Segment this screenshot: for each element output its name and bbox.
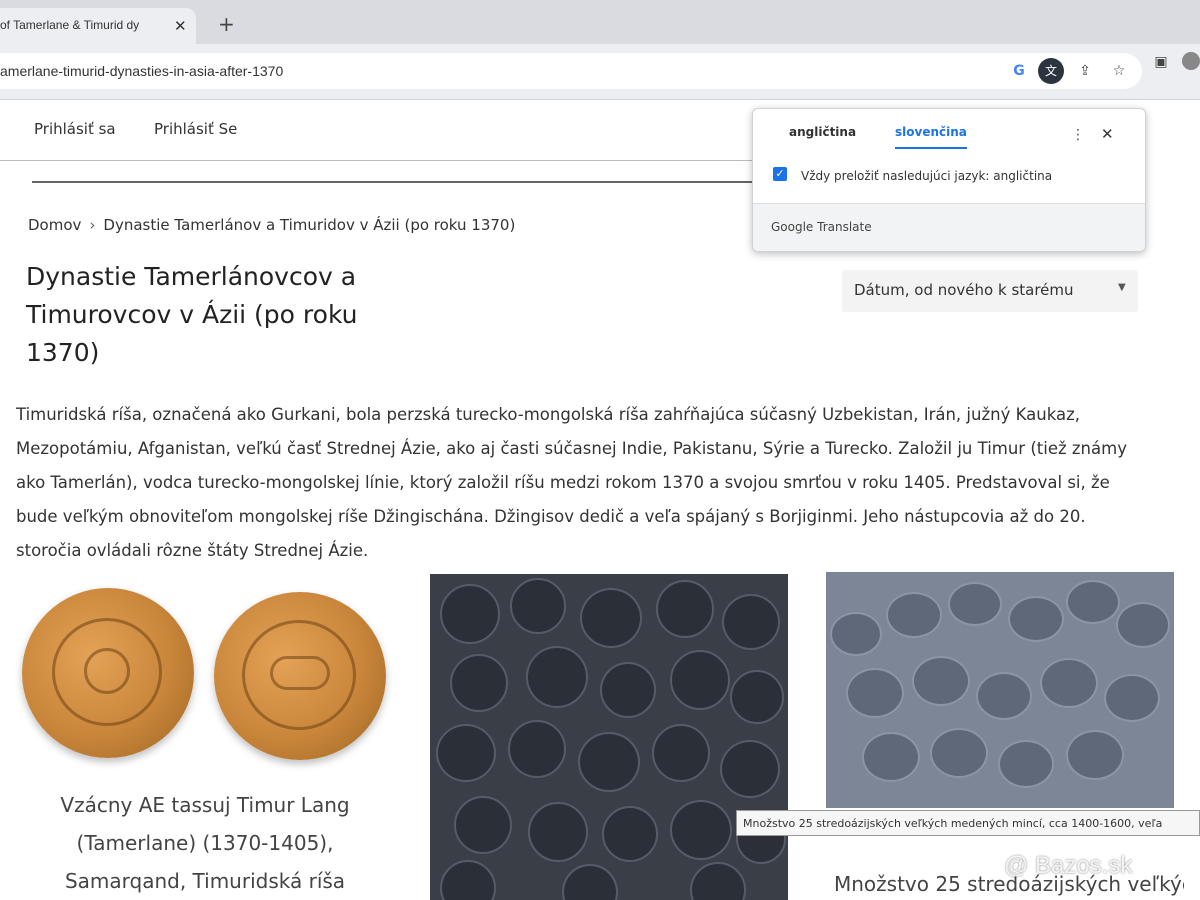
product-image-coin-lot-2[interactable] — [826, 572, 1174, 808]
product-title-1[interactable]: Vzácny AE tassuj Timur Lang (Tamerlane) … — [40, 786, 370, 900]
bookmark-star-icon[interactable]: ☆ — [1110, 62, 1128, 80]
page-title: Dynastie Tamerlánovcov a Timurovcov v Áz… — [26, 262, 358, 367]
product-image-coins[interactable] — [14, 582, 394, 772]
close-icon[interactable]: ✕ — [1101, 125, 1114, 143]
profile-avatar-icon[interactable] — [1182, 52, 1200, 70]
login-link[interactable]: Prihlásiť sa — [34, 120, 116, 138]
side-panel-icon[interactable]: ▣ — [1152, 53, 1170, 71]
sort-selected-value: Dátum, od nového k starému — [854, 281, 1074, 299]
always-translate-checkbox[interactable]: ✓ — [773, 167, 787, 181]
breadcrumb: Domov › Dynastie Tamerlánov a Timuridov v … — [28, 216, 515, 234]
login-link-alt[interactable]: Prihlásiť Se — [154, 120, 237, 138]
google-icon[interactable]: G — [1010, 62, 1028, 80]
coin-obverse — [22, 588, 194, 758]
share-icon[interactable]: ⇪ — [1076, 62, 1094, 80]
translate-popup: angličtina slovenčina ⋮ ✕ ✓ Vždy preloži… — [752, 108, 1146, 252]
product-tooltip: Množstvo 25 stredoázijských veľkých mede… — [736, 810, 1200, 836]
nav-underline — [32, 181, 752, 183]
tab-title: of Tamerlane & Timurid dy — [0, 18, 140, 32]
google-translate-brand: Google Translate — [771, 220, 872, 234]
header-divider — [0, 160, 760, 161]
chevron-down-icon: ▼ — [1118, 282, 1126, 293]
more-options-icon[interactable]: ⋮ — [1071, 127, 1085, 143]
tab-close-icon[interactable]: ✕ — [174, 17, 187, 35]
new-tab-icon[interactable]: + — [218, 14, 235, 34]
browser-tab-bar: of Tamerlane & Timurid dy ✕ + — [0, 0, 1200, 44]
translate-icon[interactable]: 文 — [1038, 58, 1064, 84]
breadcrumb-home[interactable]: Domov — [28, 216, 81, 234]
sort-select[interactable]: Dátum, od nového k starému ▼ — [842, 270, 1138, 312]
coin-reverse — [214, 592, 386, 760]
translate-tab-source[interactable]: angličtina — [789, 125, 856, 139]
browser-tab[interactable]: of Tamerlane & Timurid dy ✕ — [0, 8, 196, 44]
collection-description: Timuridská ríša, označená ako Gurkani, b… — [16, 405, 1127, 560]
always-translate-label: Vždy preložiť nasledujúci jazyk: angličt… — [801, 169, 1053, 183]
address-bar[interactable]: amerlane-timurid-dynasties-in-asia-after… — [0, 53, 1142, 89]
product-image-coin-lot[interactable] — [430, 574, 788, 900]
watermark-text: @ Bazos.sk — [1004, 852, 1133, 879]
translate-tab-target[interactable]: slovenčina — [895, 125, 967, 149]
breadcrumb-current: Dynastie Tamerlánov a Timuridov v Ázii (… — [103, 216, 516, 234]
breadcrumb-separator: › — [89, 216, 96, 234]
translate-footer: Google Translate — [753, 203, 1145, 251]
browser-toolbar: amerlane-timurid-dynasties-in-asia-after… — [0, 44, 1200, 100]
url-text[interactable]: amerlane-timurid-dynasties-in-asia-after… — [0, 63, 283, 79]
